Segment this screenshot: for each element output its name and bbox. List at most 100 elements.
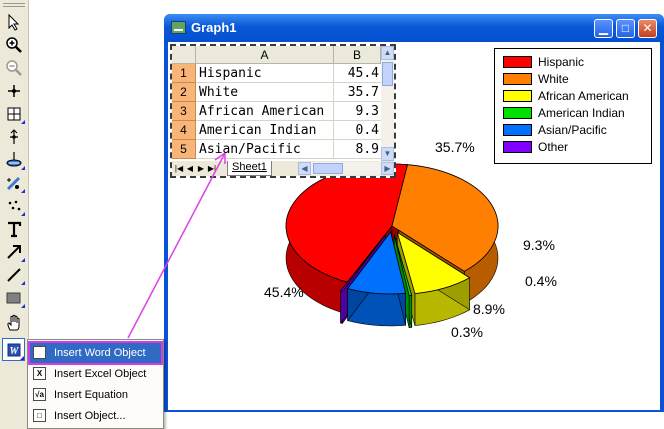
scroll-thumb[interactable]: [382, 62, 393, 86]
row-header[interactable]: 1: [172, 64, 196, 83]
draw-data-tool[interactable]: [3, 172, 25, 193]
object-icon: □: [33, 409, 46, 422]
legend-swatch: [503, 73, 532, 85]
hand-tool[interactable]: [3, 312, 25, 333]
menu-item-label: Insert Equation: [54, 389, 128, 401]
menu-item[interactable]: W Insert Word Object: [28, 341, 163, 365]
scroll-right-button[interactable]: ▶: [381, 162, 394, 175]
rectangle-tool[interactable]: [3, 287, 25, 308]
screen-reader-tool[interactable]: [3, 80, 25, 101]
pointer-tool[interactable]: [3, 11, 25, 32]
menu-item-label: Insert Excel Object: [54, 368, 147, 380]
maximize-button[interactable]: □: [616, 19, 635, 38]
data-label: 45.4%: [264, 284, 304, 300]
cell-a[interactable]: African American: [196, 102, 334, 121]
sheet-tab-bar: |◀ ◀ ▶ ▶| Sheet1 ◀ ▶: [172, 161, 394, 176]
tools-toolbar: W: [0, 0, 29, 429]
flyout-arrow-icon: [20, 356, 24, 360]
flyout-arrow-icon: [21, 281, 25, 285]
zoom-in-tool[interactable]: [3, 34, 25, 55]
next-sheet-button[interactable]: ▶: [196, 161, 206, 176]
horizontal-scroll-thumb[interactable]: [313, 163, 343, 174]
line-tool[interactable]: [3, 264, 25, 285]
excel-object-icon: X: [33, 367, 46, 380]
row-header[interactable]: 2: [172, 83, 196, 102]
data-label: 9.3%: [523, 237, 555, 253]
window-title: Graph1: [191, 20, 237, 35]
chevron-left-icon: ◀: [301, 164, 308, 173]
mask-tool[interactable]: [3, 149, 25, 170]
equation-icon: √a: [33, 388, 46, 401]
region-select-tool[interactable]: [3, 195, 25, 216]
column-header-a[interactable]: A: [196, 46, 334, 64]
chevron-down-icon: ▼: [383, 149, 392, 158]
cell-a[interactable]: Hispanic: [196, 64, 334, 83]
menu-item[interactable]: □ Insert Object...: [30, 406, 161, 426]
data-reader-icon: [10, 129, 18, 144]
menu-item-label: Insert Object...: [54, 410, 126, 422]
toolbar-grip[interactable]: [3, 6, 25, 7]
corner-header[interactable]: [172, 46, 196, 64]
minimize-button[interactable]: ▁: [594, 19, 613, 38]
svg-text:W: W: [10, 346, 20, 357]
cell-b[interactable]: 8.9: [334, 140, 381, 159]
chevron-up-icon: ▲: [383, 48, 392, 57]
arrow-tool[interactable]: [3, 241, 25, 262]
cell-b[interactable]: 45.4: [334, 64, 381, 83]
graph-window-icon[interactable]: [171, 21, 186, 34]
text-tool[interactable]: [3, 218, 25, 239]
flyout-arrow-icon: [21, 189, 25, 193]
chevron-right-icon: ▶: [384, 164, 391, 173]
zoom-in-icon: [6, 37, 22, 53]
legend-label: Asian/Pacific: [538, 123, 607, 137]
scroll-up-button[interactable]: ▲: [381, 46, 394, 60]
legend[interactable]: Hispanic White African American American In…: [494, 48, 652, 164]
close-button[interactable]: ✕: [638, 19, 657, 38]
scroll-down-button[interactable]: ▼: [381, 147, 394, 161]
zoom-out-tool[interactable]: [3, 57, 25, 78]
word-object-icon: W: [33, 346, 46, 359]
cell-a[interactable]: American Indian: [196, 121, 334, 140]
legend-label: White: [538, 72, 569, 86]
data-reader-tool[interactable]: [3, 126, 25, 147]
last-sheet-button[interactable]: ▶|: [207, 161, 217, 176]
row-header[interactable]: 5: [172, 140, 196, 159]
column-header-b[interactable]: B: [334, 46, 381, 64]
legend-label: African American: [538, 89, 629, 103]
menu-item[interactable]: X Insert Excel Object: [30, 364, 161, 384]
cell-b[interactable]: 0.4: [334, 121, 381, 140]
first-sheet-button[interactable]: |◀: [174, 161, 184, 176]
horizontal-scrollbar[interactable]: ◀ ▶: [298, 162, 394, 175]
close-icon: ✕: [642, 21, 653, 35]
vertical-scrollbar[interactable]: ▲ ▼: [381, 46, 394, 161]
data-selector-tool[interactable]: [3, 103, 25, 124]
row-header[interactable]: 4: [172, 121, 196, 140]
worksheet-grid[interactable]: A B 1 Hispanic 45.4 2 White 35.7 3 African Amer…: [172, 46, 381, 161]
embedded-worksheet[interactable]: A B 1 Hispanic 45.4 2 White 35.7 3 African Amer…: [170, 44, 396, 178]
tab-sheet1[interactable]: Sheet1: [227, 161, 272, 176]
legend-label: Hispanic: [538, 55, 585, 69]
flyout-arrow-icon: [21, 258, 25, 262]
cell-b[interactable]: 9.3: [334, 102, 381, 121]
row-header[interactable]: 3: [172, 102, 196, 121]
flyout-arrow-icon: [21, 304, 25, 308]
insert-object-tool[interactable]: W: [2, 338, 25, 361]
graph-page[interactable]: 45.4% 35.7% 9.3% 0.4% 8.9% 0.3% Hispanic White…: [168, 42, 660, 410]
cell-b[interactable]: 35.7: [334, 83, 381, 102]
zoom-out-icon: [6, 60, 22, 76]
flyout-arrow-icon: [21, 166, 25, 170]
scroll-left-button[interactable]: ◀: [298, 162, 311, 175]
graph-window: Graph1 ▁ □ ✕ 45.4% 35.7% 9.3% 0.4% 8.9% 0.3% …: [164, 14, 664, 412]
data-label: 35.7%: [435, 139, 475, 155]
legend-label: American Indian: [538, 106, 625, 120]
minimize-icon: ▁: [598, 21, 609, 35]
legend-label: Other: [538, 140, 569, 154]
toolbar-grip[interactable]: [3, 3, 25, 4]
title-bar[interactable]: Graph1 ▁ □ ✕: [164, 14, 664, 42]
previous-sheet-button[interactable]: ◀: [185, 161, 195, 176]
cell-a[interactable]: Asian/Pacific: [196, 140, 334, 159]
menu-item[interactable]: √a Insert Equation: [30, 385, 161, 405]
legend-swatch: [503, 107, 532, 119]
pointer-icon: [8, 13, 20, 31]
cell-a[interactable]: White: [196, 83, 334, 102]
